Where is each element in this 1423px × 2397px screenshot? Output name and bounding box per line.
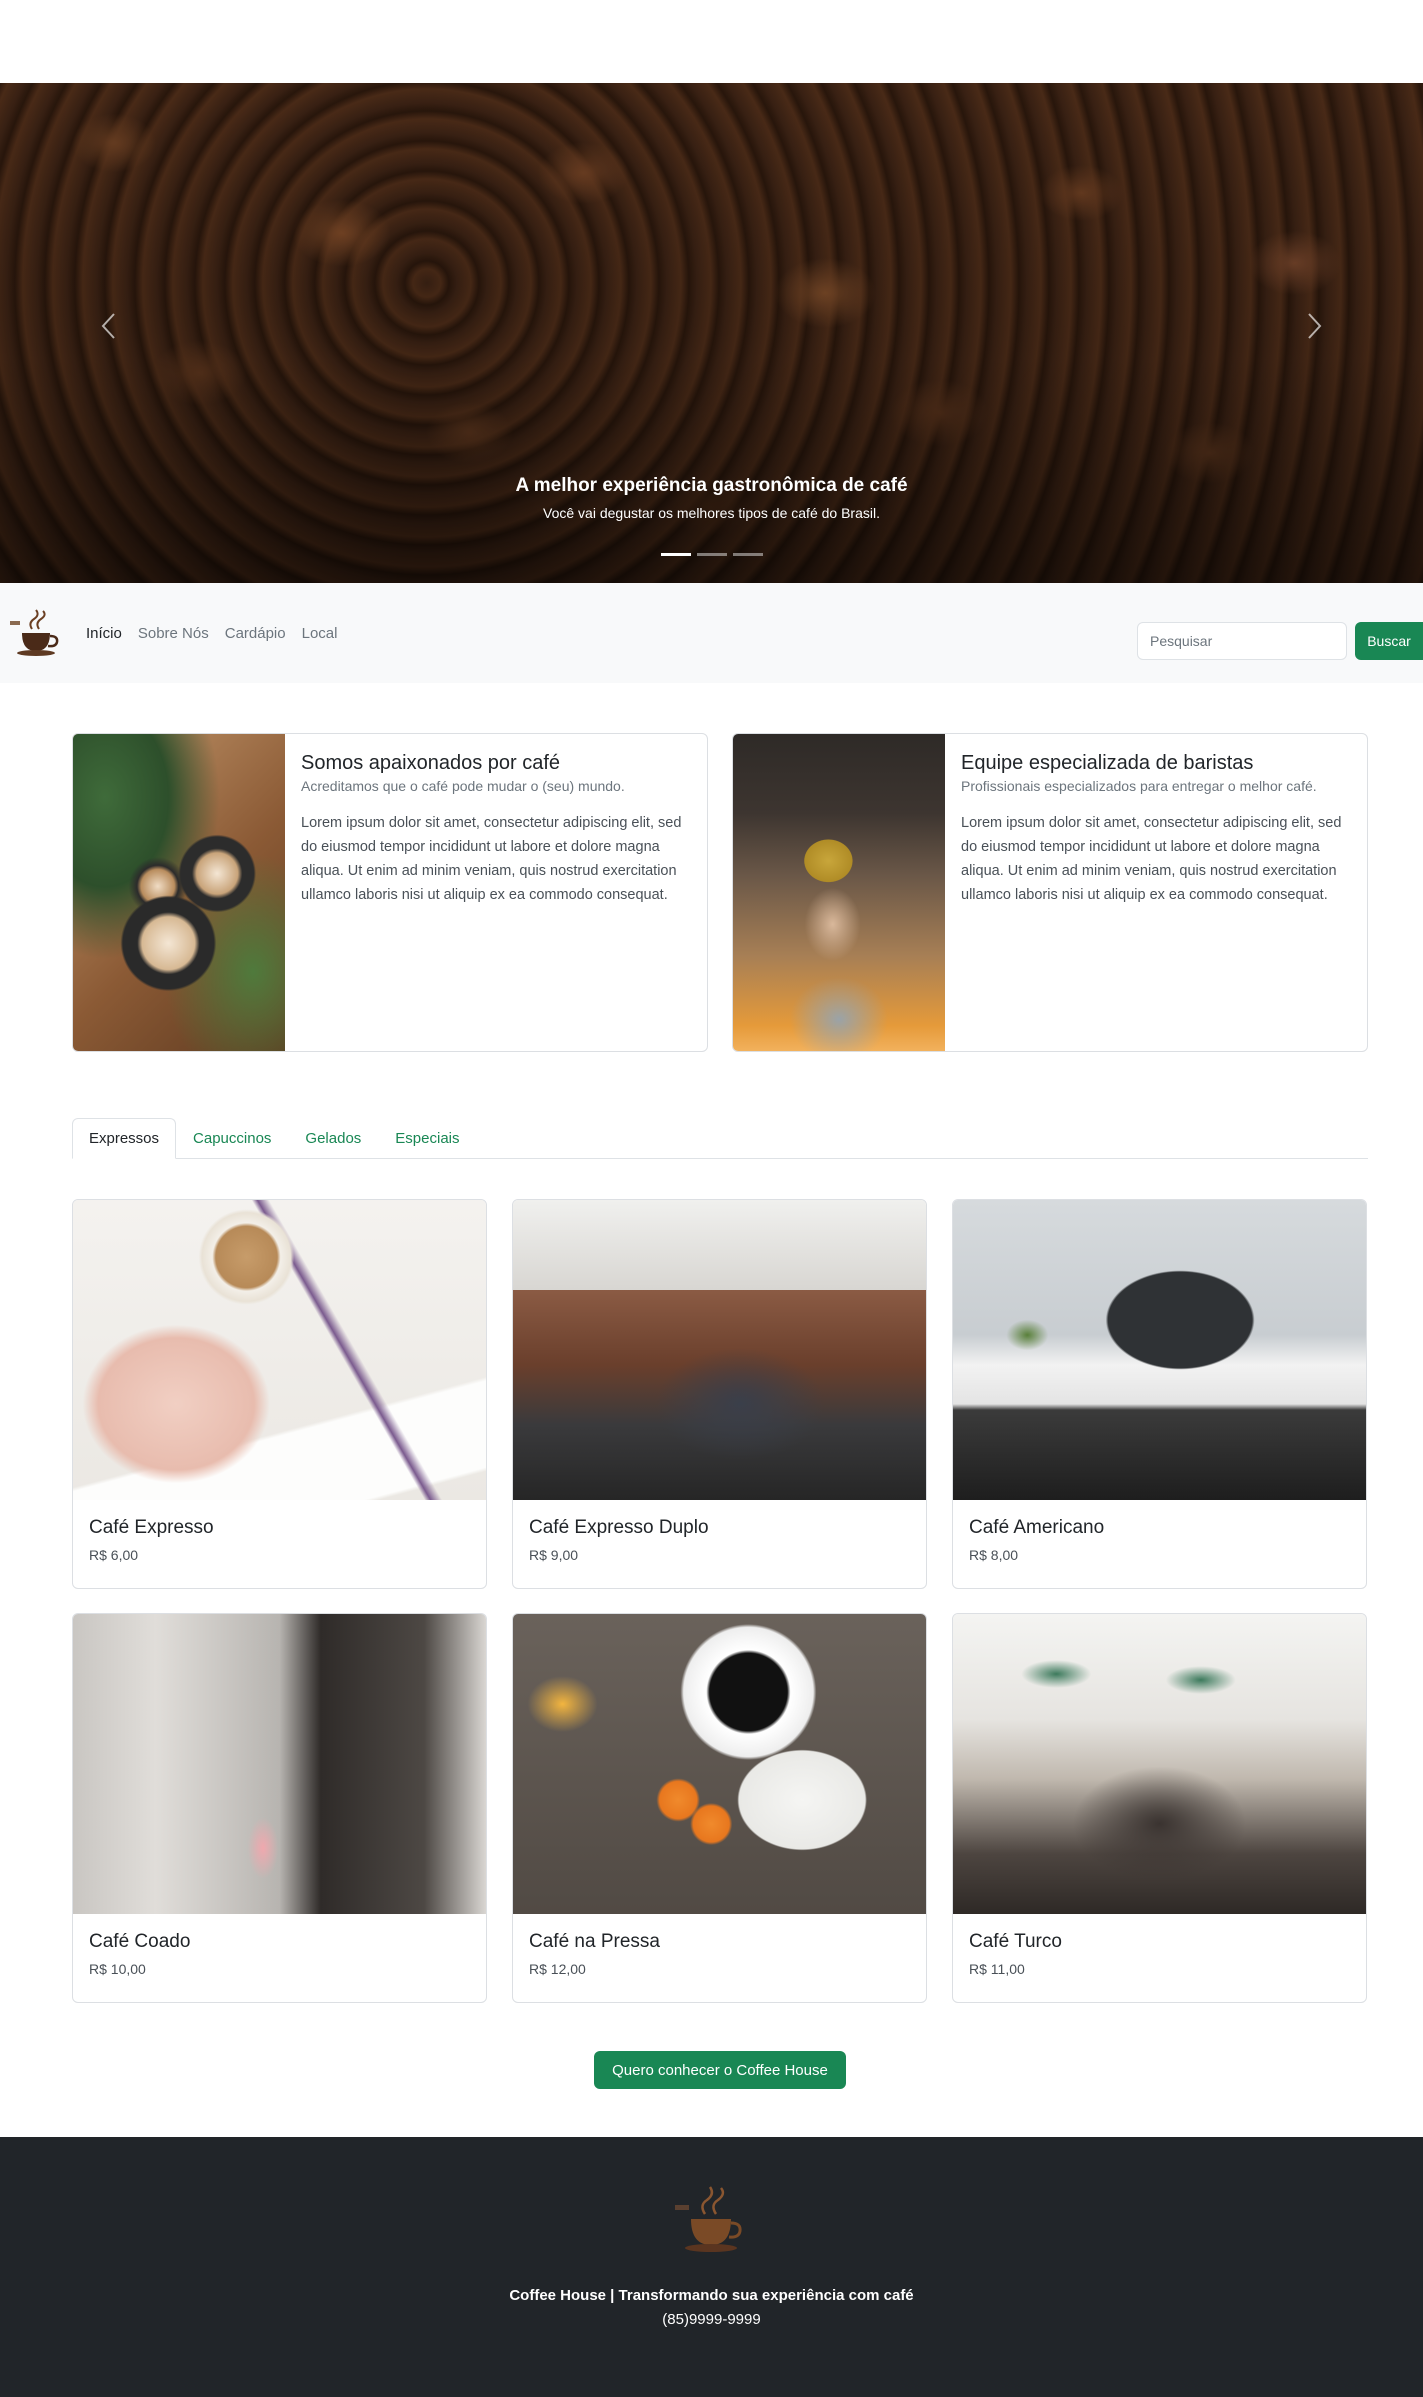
know-coffee-house-button[interactable]: Quero conhecer o Coffee House	[594, 2051, 846, 2089]
search-input[interactable]	[1137, 622, 1347, 660]
product-price: R$ 10,00	[89, 1961, 146, 1977]
nav-link-local[interactable]: Local	[294, 617, 346, 650]
product-body: Café Expresso Duplo R$ 9,00	[513, 1500, 926, 1579]
product-price: R$ 9,00	[529, 1547, 579, 1563]
feature-title: Equipe especializada de baristas	[961, 752, 1254, 774]
footer: Coffee House | Transformando sua experiê…	[0, 2137, 1423, 2397]
product-body: Café Turco R$ 11,00	[953, 1914, 1366, 1993]
feature-title: Somos apaixonados por café	[301, 752, 561, 774]
product-image	[73, 1200, 486, 1500]
product-image	[953, 1614, 1366, 1914]
product-name: Café Americano	[969, 1517, 1105, 1538]
latte-art-image	[73, 734, 285, 1051]
product-price: R$ 6,00	[89, 1547, 139, 1563]
product-name: Café Coado	[89, 1931, 191, 1952]
product-image	[513, 1614, 926, 1914]
feature-subtitle: Acreditamos que o café pode mudar o (seu…	[301, 778, 625, 794]
feature-text: Lorem ipsum dolor sit amet, consectetur …	[961, 815, 1342, 903]
product-name: Café Expresso Duplo	[529, 1517, 709, 1538]
product-card[interactable]: Café na Pressa R$ 12,00	[512, 1613, 927, 2003]
feature-card-baristas: Equipe especializada de baristas Profiss…	[732, 733, 1368, 1052]
product-card[interactable]: Café Expresso Duplo R$ 9,00	[512, 1199, 927, 1589]
product-body: Café Expresso R$ 6,00	[73, 1500, 486, 1579]
product-price: R$ 8,00	[969, 1547, 1019, 1563]
carousel-indicator-1[interactable]	[660, 553, 691, 556]
product-price: R$ 11,00	[969, 1961, 1025, 1977]
carousel-indicators	[0, 553, 1423, 556]
barista-image	[733, 734, 945, 1051]
tab-especiais[interactable]: Especiais	[378, 1118, 476, 1158]
menu-tabs: Expressos Capuccinos Gelados Especiais	[72, 1118, 1368, 1159]
product-price: R$ 12,00	[529, 1961, 586, 1977]
tab-gelados[interactable]: Gelados	[288, 1118, 378, 1158]
product-name: Café na Pressa	[529, 1931, 660, 1952]
chevron-left-icon	[101, 313, 115, 339]
carousel-caption: A melhor experiência gastronômica de caf…	[0, 472, 1423, 524]
product-body: Café Coado R$ 10,00	[73, 1914, 486, 1993]
hero-carousel: A melhor experiência gastronômica de caf…	[0, 83, 1423, 583]
product-name: Café Expresso	[89, 1517, 214, 1538]
carousel-prev-button[interactable]	[94, 311, 124, 341]
carousel-indicator-3[interactable]	[732, 553, 763, 556]
feature-card-passion: Somos apaixonados por café Acreditamos q…	[72, 733, 708, 1052]
product-image	[513, 1200, 926, 1500]
nav-links: Início Sobre Nós Cardápio Local	[78, 617, 345, 650]
tab-capuccinos[interactable]: Capuccinos	[176, 1118, 288, 1158]
product-card[interactable]: Café Expresso R$ 6,00	[72, 1199, 487, 1589]
carousel-indicator-2[interactable]	[696, 553, 727, 556]
coffee-house-logo	[675, 2186, 742, 2252]
carousel-next-button[interactable]	[1299, 311, 1329, 341]
product-card[interactable]: Café Coado R$ 10,00	[72, 1613, 487, 2003]
tab-expressos[interactable]: Expressos	[72, 1118, 177, 1159]
feature-subtitle: Profissionais especializados para entreg…	[961, 778, 1317, 794]
feature-card-body: Equipe especializada de baristas Profiss…	[945, 734, 1367, 1051]
hero-subtitle: Você vai degustar os melhores tipos de c…	[543, 505, 880, 521]
product-image	[73, 1614, 486, 1914]
hero-title: A melhor experiência gastronômica de caf…	[515, 475, 908, 496]
product-card[interactable]: Café Turco R$ 11,00	[952, 1613, 1367, 2003]
chevron-right-icon	[1308, 313, 1322, 339]
nav-link-cardapio[interactable]: Cardápio	[217, 617, 294, 650]
product-name: Café Turco	[969, 1931, 1062, 1952]
product-image	[953, 1200, 1366, 1500]
product-card[interactable]: Café Americano R$ 8,00	[952, 1199, 1367, 1589]
feature-card-body: Somos apaixonados por café Acreditamos q…	[285, 734, 707, 1051]
feature-text: Lorem ipsum dolor sit amet, consectetur …	[301, 815, 682, 903]
search-button[interactable]: Buscar	[1355, 622, 1423, 660]
footer-phone: (85)9999-9999	[662, 2311, 761, 2328]
product-body: Café Americano R$ 8,00	[953, 1500, 1366, 1579]
coffee-house-logo[interactable]	[8, 605, 64, 661]
product-body: Café na Pressa R$ 12,00	[513, 1914, 926, 1993]
nav-link-sobre-nos[interactable]: Sobre Nós	[130, 617, 217, 650]
navbar: Início Sobre Nós Cardápio Local Buscar	[0, 583, 1423, 683]
footer-title: Coffee House | Transformando sua experiê…	[509, 2287, 914, 2304]
nav-link-inicio[interactable]: Início	[78, 617, 130, 650]
